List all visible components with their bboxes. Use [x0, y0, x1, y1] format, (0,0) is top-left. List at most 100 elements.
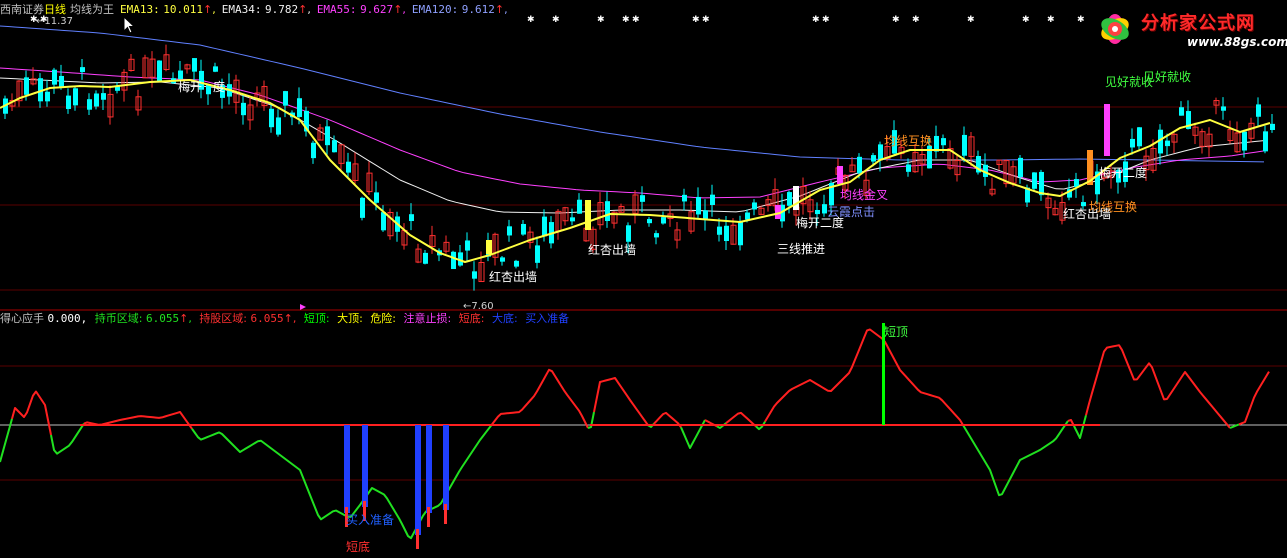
site-logo[interactable]: 分析家公式网 www.88gs.com: [1090, 4, 1287, 54]
big-bottom-label: 大底:: [491, 312, 518, 325]
star-icon: ✱: [892, 15, 900, 25]
separator: ,: [504, 3, 508, 16]
candle-body: [1032, 172, 1037, 189]
candle-body: [1221, 106, 1226, 111]
candle-body: [381, 212, 386, 231]
candle-body: [360, 197, 365, 218]
candle-body: [472, 271, 477, 279]
ema13-value: 10.011: [163, 3, 203, 16]
separator: ,: [307, 3, 311, 16]
candle-body: [605, 201, 610, 221]
osc-segment: [11, 390, 52, 436]
osc-segment: [1085, 344, 1231, 429]
candle-body: [101, 93, 106, 100]
star-icon: ✱: [812, 15, 820, 25]
ema13-label: EMA13:: [120, 3, 160, 16]
hold-stock-label: 持股区域:: [199, 312, 248, 325]
candle-body: [717, 226, 722, 235]
separator: ,: [188, 312, 192, 325]
candle-body: [66, 95, 71, 110]
osc-segment: [1238, 371, 1270, 426]
stock-chart[interactable]: ✱ ✱ ✱ ✱ ✱ ✱ ✱ ✱ ✱ ✱ ✱ ✱ ✱ ✱ ✱ ✱ ✱ ←11.37 ←7.60 梅开 度 红杏出墙…: [0, 0, 1287, 558]
candle-body: [745, 212, 750, 220]
ema120-label: EMA120:: [411, 3, 459, 16]
up-arrow: ↑: [179, 312, 189, 325]
candle-body: [1130, 138, 1135, 148]
candle-body: [241, 102, 246, 116]
candle-body: [815, 209, 820, 215]
candle-body: [682, 194, 687, 202]
hold-cash-label: 持币区域:: [94, 312, 143, 325]
osc-segment: [50, 422, 85, 455]
candle-body: [738, 221, 743, 246]
ema34-arrow: ↑: [298, 3, 308, 16]
signal-candle: [1104, 104, 1110, 156]
candle-body: [1256, 104, 1261, 117]
annotation-yunxia: 云霞点击: [827, 205, 875, 219]
danger-label: 危险:: [370, 312, 397, 325]
ema13-arrow: ↑: [203, 3, 213, 16]
ema120-arrow: ↑: [494, 3, 505, 16]
annotation-jianhao-2: 见好就收: [1143, 70, 1191, 84]
candle-body: [311, 142, 316, 159]
caution-label: 注意止损:: [403, 312, 452, 325]
separator: ,: [292, 312, 297, 325]
ema34-label: EMA34:: [221, 3, 262, 16]
annotation-mairu: 买入准备: [346, 513, 394, 527]
up-arrow: ↑: [283, 312, 293, 325]
upper-indicator-header: 西南证券日线 均线为王 EMA13: 10.011↑, EMA34: 9.782↑, E…: [0, 2, 508, 18]
candle-body: [661, 217, 666, 224]
annotation-duanding: 短顶: [884, 325, 908, 339]
candle-body: [878, 144, 883, 161]
signal-candle: [793, 186, 799, 210]
annotation-meikai-1: 梅开: [178, 79, 202, 94]
candle-body: [213, 66, 218, 72]
star-icon: ✱: [597, 15, 605, 25]
separator: ,: [212, 3, 216, 16]
oscillator: [0, 323, 1270, 549]
separator: ,: [402, 3, 406, 16]
annotation-hongxing-3: 红杏出墙: [1063, 206, 1111, 221]
period-label[interactable]: 日线: [44, 3, 66, 16]
candle-body: [409, 214, 414, 222]
candle-body: [542, 216, 547, 237]
bottom-tick: [444, 504, 447, 524]
ema55-label: EMA55:: [316, 3, 357, 16]
candle-body: [157, 60, 162, 82]
candle-body: [192, 58, 197, 72]
candle-body: [654, 233, 659, 238]
indicator-name[interactable]: 均线为王: [70, 3, 114, 16]
candle-body: [626, 225, 631, 242]
candle-body: [1137, 127, 1142, 147]
buy-ready-label: 买入准备: [525, 312, 570, 325]
osc-name[interactable]: 得心应手: [0, 312, 44, 325]
star-icon: ✱: [1047, 15, 1055, 25]
candle-body: [269, 108, 274, 128]
candle-body: [52, 69, 57, 85]
candle-body: [1018, 157, 1023, 178]
osc-value: 0.000,: [47, 312, 88, 325]
star-icon: ✱: [702, 15, 710, 25]
star-icon: ✱: [622, 15, 630, 25]
candle-body: [178, 70, 183, 80]
bottom-bar: [415, 425, 421, 535]
flower-logo-icon: [1101, 14, 1129, 44]
candle-body: [325, 126, 330, 146]
bottom-bar: [362, 425, 368, 507]
candle-body: [500, 257, 505, 262]
signal-candle: [837, 166, 843, 184]
bottom-tick: [427, 507, 430, 527]
candle-body: [87, 99, 92, 110]
candle-body: [570, 217, 575, 222]
osc-segment: [764, 328, 964, 426]
candle-body: [1039, 171, 1044, 196]
candle-body: [710, 194, 715, 205]
bottom-bar: [443, 425, 449, 510]
candle-body: [94, 93, 99, 107]
candle-body: [521, 223, 526, 235]
star-icon: ✱: [552, 15, 560, 25]
mouse-cursor-icon: [123, 16, 136, 34]
annotation-meikai-2: 度: [213, 79, 225, 94]
osc-segment: [593, 377, 649, 426]
signal-candle: [486, 240, 492, 254]
